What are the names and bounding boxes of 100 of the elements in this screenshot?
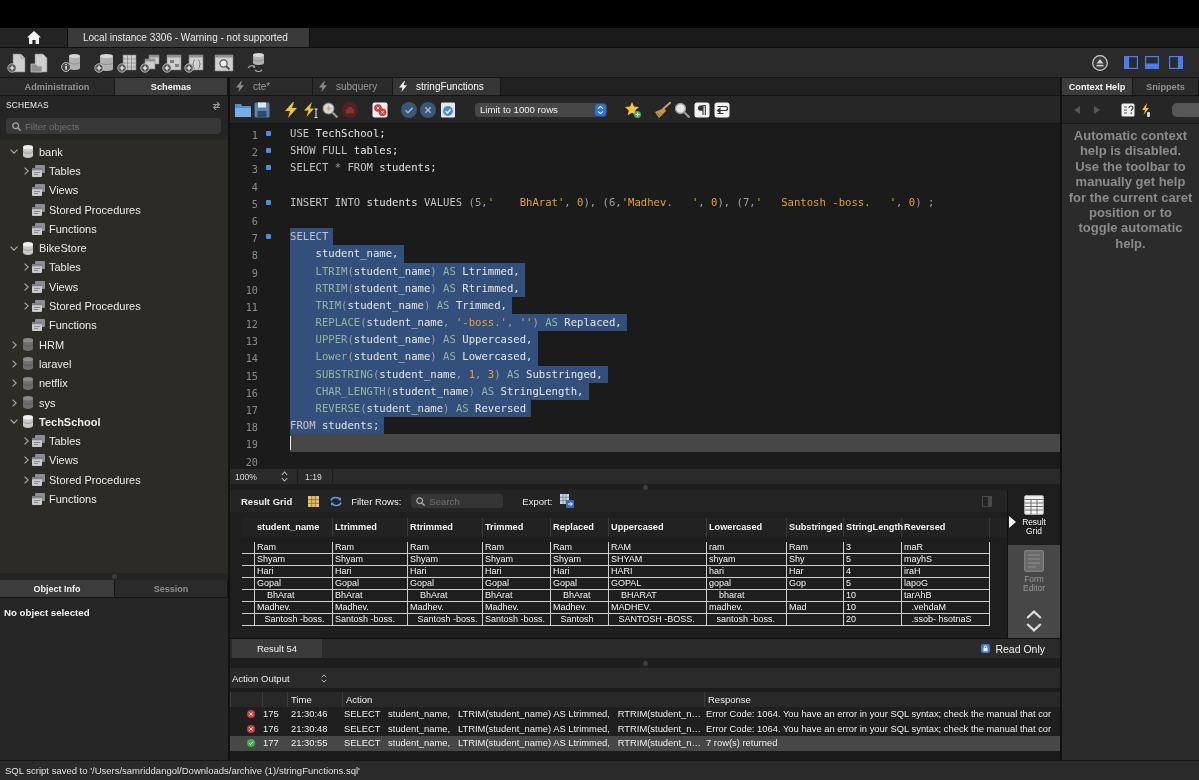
log-row[interactable]: 177 21:30:55 SELECT student_name, LTRIM(student_name) AS Ltrimmed, RTRIM(student_n… 7 row(s) returned (230, 736, 1060, 751)
schema-label[interactable]: TechSchool (39, 415, 101, 428)
column-header[interactable]: Lowercased (707, 518, 787, 537)
stepper-icon[interactable] (281, 471, 288, 482)
input-field[interactable] (1172, 102, 1199, 117)
chevron-down-icon[interactable] (10, 245, 18, 251)
open-file-icon[interactable] (30, 52, 50, 73)
folder-label[interactable]: Stored Procedures (49, 203, 141, 216)
editor-tab[interactable]: subquery (313, 78, 393, 95)
folder-label[interactable]: Functions (49, 222, 97, 235)
x-circle-icon[interactable] (420, 101, 436, 118)
chevron-right-icon[interactable] (23, 475, 29, 484)
database-plus-icon[interactable] (94, 52, 114, 73)
chevron-right-icon[interactable] (23, 282, 29, 291)
folder-label[interactable]: Tables (49, 164, 81, 177)
folder-label[interactable]: Functions (49, 319, 97, 332)
sidebar-tab[interactable]: Administration (0, 78, 115, 95)
search-icon[interactable] (674, 101, 690, 118)
folder-label[interactable]: Stored Procedures (49, 300, 141, 312)
panel-bottom-icon[interactable] (1145, 56, 1159, 69)
database-info-icon[interactable] (61, 52, 81, 73)
folder-label[interactable]: Stored Procedures (49, 473, 141, 486)
splitter-handle[interactable] (642, 660, 648, 666)
action-output-select[interactable]: Action Output (232, 672, 327, 684)
chevron-right-icon[interactable] (23, 263, 29, 272)
chevron-right-icon[interactable] (23, 437, 29, 446)
help-panel-tab[interactable]: Snippets (1133, 78, 1199, 95)
result-tab[interactable]: Result 54 (232, 639, 322, 658)
connection-tab[interactable]: Local instance 3306 - Warning - not supported (68, 28, 310, 47)
splitter-handle[interactable] (642, 484, 648, 490)
lightning-icon[interactable] (1141, 102, 1151, 117)
procedure-plus-icon[interactable] (162, 52, 182, 73)
search-icon[interactable] (214, 52, 234, 73)
folder-label[interactable]: Functions (49, 493, 97, 505)
check-circle-icon[interactable] (401, 101, 417, 118)
chevron-right-icon[interactable] (23, 166, 29, 175)
column-header[interactable]: Reversed (902, 518, 990, 537)
editor-tab[interactable]: cte* (230, 78, 313, 95)
column-header[interactable]: StringLength (844, 518, 902, 537)
lightning-cursor-icon[interactable] (303, 101, 319, 118)
lightning-icon[interactable] (283, 101, 299, 118)
circle-up-icon[interactable] (1092, 54, 1108, 71)
export-icon[interactable] (560, 494, 575, 508)
database-reconnect-icon[interactable] (246, 52, 266, 73)
function-plus-icon[interactable] (184, 52, 204, 73)
column-header[interactable]: Substringed (787, 518, 844, 537)
magnifier-lightning-icon[interactable] (322, 101, 338, 118)
wrap-icon[interactable] (714, 101, 730, 118)
schema-label[interactable]: bank (39, 145, 63, 158)
column-header[interactable]: student_name (255, 518, 333, 537)
chevron-right-icon[interactable] (23, 456, 29, 465)
help-panel-tab[interactable]: Context Help (1062, 78, 1133, 95)
chevron-right-icon[interactable] (11, 359, 17, 368)
chevron-down-icon[interactable] (10, 419, 18, 425)
x-badge-icon[interactable] (372, 101, 388, 118)
column-header[interactable]: Uppercased (609, 518, 707, 537)
log-row[interactable]: 175 21:30:46 SELECT student_name, LTRIM(student_name) AS Ltrimmed, RTRIM(student_n… Error Code: 1064. You have an error in your SQL syntax; check the manual that cor (230, 707, 1060, 722)
paragraph-icon[interactable] (694, 101, 710, 118)
table-icon[interactable] (308, 495, 320, 507)
column-header[interactable]: Trimmed (483, 518, 551, 537)
save-icon[interactable] (254, 101, 270, 118)
folder-label[interactable]: Tables (49, 261, 81, 274)
info-tab[interactable]: Session (115, 580, 228, 597)
chevron-right-icon[interactable] (11, 398, 17, 407)
refresh-icon[interactable] (330, 495, 343, 507)
sidebar-left-icon[interactable] (1124, 56, 1138, 69)
schema-label[interactable]: laravel (39, 357, 72, 370)
view-plus-icon[interactable] (140, 52, 160, 73)
column-header[interactable]: Ltrimmed (333, 518, 408, 537)
chevron-right-icon[interactable] (11, 340, 17, 349)
refresh-icon[interactable] (212, 100, 221, 110)
star-plus-icon[interactable] (625, 101, 641, 118)
sidebar-right-icon[interactable] (1169, 56, 1183, 69)
chevron-right-icon[interactable] (11, 379, 17, 388)
folder-label[interactable]: Tables (49, 435, 81, 448)
folder-label[interactable]: Views (49, 454, 79, 467)
chevron-right-icon[interactable] (23, 302, 29, 310)
table-plus-icon[interactable] (117, 52, 137, 73)
folder-label[interactable]: Views (49, 184, 79, 197)
document-check-icon[interactable] (440, 101, 456, 118)
splitter-handle[interactable] (111, 574, 117, 579)
help-document-icon[interactable] (1121, 102, 1135, 117)
editor-tab[interactable]: stringFunctions (393, 78, 501, 95)
home-tab[interactable] (0, 28, 68, 47)
result-view-tab[interactable]: Result Grid (1008, 490, 1060, 545)
new-file-icon[interactable] (7, 52, 27, 73)
schema-label[interactable]: sys (39, 396, 56, 409)
schema-label[interactable]: HRM (39, 338, 65, 351)
info-tab[interactable]: Object Info (0, 580, 115, 597)
sidebar-tab[interactable]: Schemas (115, 78, 228, 95)
folder-icon[interactable] (235, 101, 251, 118)
limit-select[interactable]: Limit to 1000 rows (475, 102, 607, 117)
broom-icon[interactable] (655, 101, 671, 118)
schema-label[interactable]: BikeStore (39, 242, 87, 255)
panel-toggle-icon[interactable] (982, 495, 992, 507)
chevron-updown-icon[interactable] (1026, 609, 1042, 632)
folder-label[interactable]: Views (49, 280, 79, 293)
chevron-down-icon[interactable] (10, 149, 18, 155)
schema-label[interactable]: netflix (39, 377, 68, 390)
column-header[interactable]: Rtrimmed (408, 518, 483, 537)
